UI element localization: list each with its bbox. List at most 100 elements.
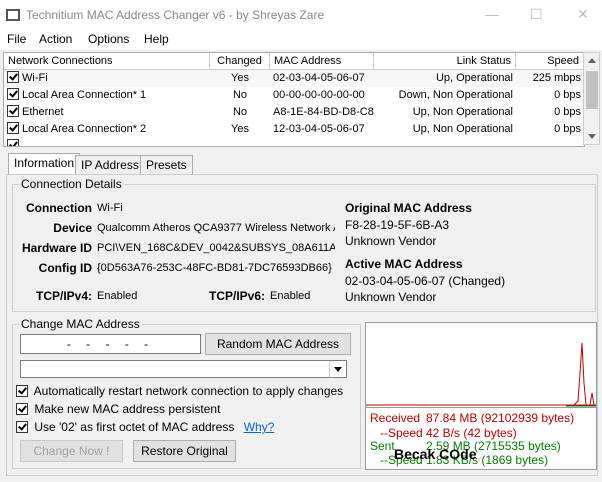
row-mac: 00-00-00-00-00-00 — [273, 89, 365, 101]
row-changed: Yes — [231, 123, 249, 135]
tcp-ipv4-value: Enabled — [97, 290, 138, 302]
tcp-ipv4-label: TCP/IPv4: — [35, 289, 92, 303]
connection-label: Connection — [26, 201, 92, 215]
table-row[interactable]: Local Area Connection* 2 Yes 12-03-04-05… — [4, 121, 584, 138]
maximize-icon[interactable]: ☐ — [530, 6, 543, 23]
row-speed: 0 bps — [554, 89, 581, 101]
hardware-id-label: Hardware ID — [21, 241, 92, 255]
octet-02-checkbox[interactable] — [16, 420, 28, 433]
option-persistent[interactable]: Make new MAC address persistent — [16, 402, 220, 416]
why-link[interactable]: Why? — [244, 420, 275, 434]
table-row-partial[interactable] — [4, 138, 584, 146]
window-title: Technitium MAC Address Changer v6 - by S… — [26, 8, 325, 22]
auto-restart-checkbox[interactable] — [16, 384, 28, 397]
menu-help[interactable]: Help — [144, 32, 169, 46]
scroll-down-icon[interactable] — [588, 134, 596, 139]
mac-address-input[interactable]: - - - - - — [20, 334, 201, 354]
sent-label: Sent — [370, 439, 395, 453]
row-name: Wi-Fi — [22, 72, 48, 84]
traffic-graph — [366, 342, 596, 407]
minimize-icon[interactable]: — — [485, 6, 499, 22]
row-checkbox[interactable] — [7, 122, 19, 135]
row-checkbox[interactable] — [7, 71, 19, 84]
row-mac: A8-1E-84-BD-D8-C8 — [273, 106, 374, 118]
tab-information[interactable]: Information — [8, 153, 81, 175]
random-mac-button[interactable]: Random MAC Address — [205, 333, 351, 355]
option-auto-restart[interactable]: Automatically restart network connection… — [16, 384, 343, 398]
tcp-ipv6-value: Enabled — [270, 290, 311, 302]
device-label: Device — [53, 221, 92, 235]
row-speed: 225 mbps — [532, 72, 581, 84]
watermark-text: Becak COde — [394, 446, 477, 462]
chevron-down-icon — [334, 367, 342, 372]
scroll-thumb[interactable] — [586, 71, 598, 109]
row-checkbox[interactable] — [7, 88, 19, 101]
table-row[interactable]: Ethernet No A8-1E-84-BD-D8-C8 Up, Non Op… — [4, 104, 584, 121]
auto-restart-label: Automatically restart network connection… — [33, 384, 344, 398]
menu-action[interactable]: Action — [39, 32, 72, 46]
hardware-id-value: PCI\VEN_168C&DEV_0042&SUBSYS_08A611A — [97, 242, 335, 254]
row-name: Ethernet — [22, 106, 64, 118]
menu-options[interactable]: Options — [88, 32, 129, 46]
persistent-checkbox[interactable] — [16, 402, 28, 415]
received-line — [573, 342, 595, 406]
config-id-value: {0D563A76-253C-48FC-BD81-7DC76593DB66} — [97, 262, 332, 274]
table-row[interactable]: Wi-Fi Yes 02-03-04-05-06-07 Up, Operatio… — [4, 70, 584, 87]
traffic-chart — [365, 322, 597, 408]
menu-bar: File Action Options Help — [0, 30, 602, 50]
app-icon — [6, 9, 20, 21]
menu-file[interactable]: File — [7, 32, 26, 46]
traffic-stats: Received 87.84 MB (92102939 bytes) --Spe… — [365, 408, 597, 470]
column-header-connections[interactable]: Network Connections — [4, 53, 210, 69]
active-vendor: Unknown Vendor — [345, 290, 437, 304]
scroll-up-icon[interactable] — [588, 58, 596, 63]
rx-speed-label: --Speed — [380, 426, 423, 440]
table-row[interactable]: Local Area Connection* 1 No 00-00-00-00-… — [4, 87, 584, 104]
row-checkbox[interactable] — [7, 105, 19, 118]
row-changed: Yes — [231, 72, 249, 84]
row-status: Up, Non Operational — [412, 106, 513, 118]
connection-details-legend: Connection Details — [19, 177, 124, 191]
row-name: Local Area Connection* 2 — [22, 123, 147, 135]
row-status: Up, Operational — [435, 72, 513, 84]
rx-speed-value: 42 B/s (42 bytes) — [426, 426, 517, 440]
table-scrollbar[interactable] — [583, 52, 600, 145]
config-id-label: Config ID — [38, 261, 92, 275]
received-label: Received — [370, 411, 421, 425]
dropdown-button[interactable] — [329, 361, 346, 377]
row-mac: 12-03-04-05-06-07 — [273, 123, 365, 135]
network-connections-table: Network Connections Changed MAC Address … — [3, 52, 585, 147]
active-mac-value: 02-03-04-05-06-07 (Changed) — [345, 274, 506, 288]
option-02-octet[interactable]: Use '02' as first octet of MAC address W… — [16, 420, 274, 434]
original-mac-value: F8-28-19-5F-6B-A3 — [345, 218, 450, 232]
table-header: Network Connections Changed MAC Address … — [4, 53, 584, 70]
change-now-button[interactable]: Change Now ! — [20, 440, 123, 462]
restore-original-button[interactable]: Restore Original — [133, 440, 236, 462]
column-header-changed[interactable]: Changed — [210, 53, 270, 69]
persistent-label: Make new MAC address persistent — [34, 402, 221, 416]
tab-ip-address[interactable]: IP Address — [75, 155, 145, 174]
row-status: Down, Non Operational — [398, 89, 513, 101]
column-header-mac[interactable]: MAC Address — [270, 53, 374, 69]
original-vendor: Unknown Vendor — [345, 234, 437, 248]
row-name: Local Area Connection* 1 — [22, 89, 147, 101]
tcp-ipv6-label: TCP/IPv6: — [208, 289, 265, 303]
tab-presets[interactable]: Presets — [140, 155, 193, 174]
column-header-speed[interactable]: Speed — [516, 53, 584, 69]
close-icon[interactable]: ✕ — [577, 6, 589, 23]
vendor-select[interactable] — [20, 360, 347, 378]
row-checkbox[interactable] — [7, 139, 19, 146]
row-changed: No — [232, 106, 248, 118]
row-mac: 02-03-04-05-06-07 — [273, 72, 365, 84]
row-speed: 0 bps — [554, 123, 581, 135]
device-value: Qualcomm Atheros QCA9377 Wireless Networ… — [97, 222, 335, 234]
octet-02-label: Use '02' as first octet of MAC address — [34, 420, 235, 434]
change-mac-legend: Change MAC Address — [19, 317, 142, 331]
received-value: 87.84 MB (92102939 bytes) — [426, 411, 575, 425]
row-status: Up, Non Operational — [412, 123, 513, 135]
active-mac-label: Active MAC Address — [345, 257, 463, 271]
column-header-status[interactable]: Link Status — [374, 53, 516, 69]
row-speed: 0 bps — [554, 106, 581, 118]
title-bar: Technitium MAC Address Changer v6 - by S… — [0, 0, 602, 30]
original-mac-label: Original MAC Address — [345, 201, 472, 215]
